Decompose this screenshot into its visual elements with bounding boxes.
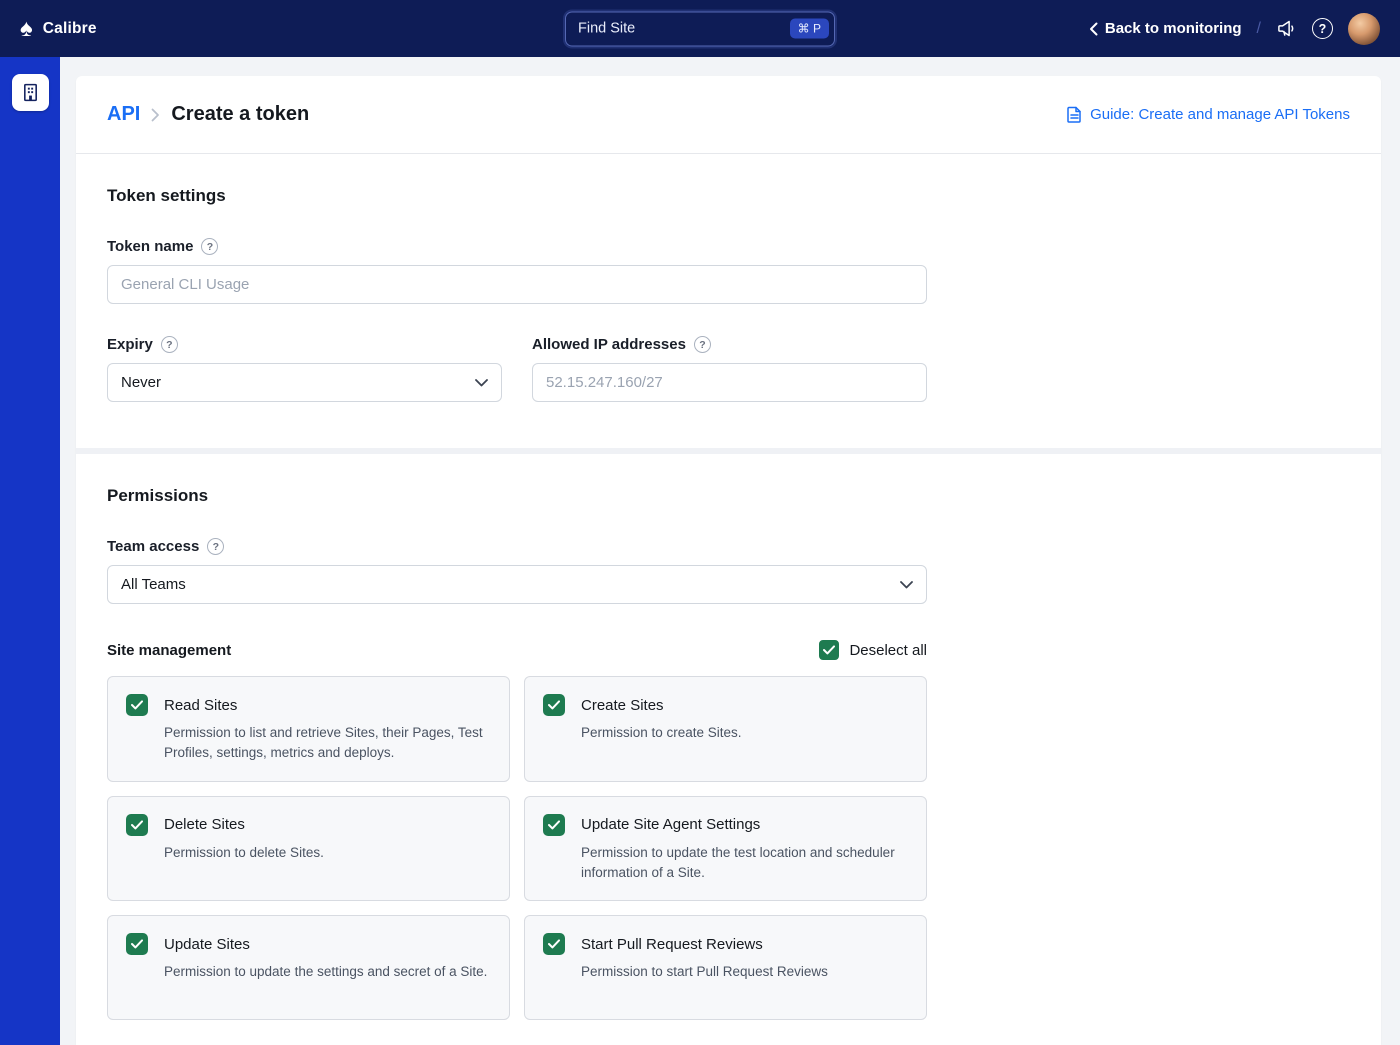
permission-card-create-sites: Create Sites Permission to create Sites. <box>524 676 927 782</box>
team-access-label: Team access <box>107 538 200 555</box>
permissions-form: Team access ? All Teams <box>107 538 927 604</box>
team-access-field: Team access ? All Teams <box>107 538 927 604</box>
permission-description: Permission to list and retrieve Sites, t… <box>164 725 483 761</box>
site-management-heading: Site management <box>107 641 232 659</box>
check-icon <box>548 939 560 949</box>
permissions-heading: Permissions <box>107 486 209 505</box>
permission-title: Create Sites <box>581 696 664 714</box>
expiry-field: Expiry ? Never <box>107 336 502 402</box>
permission-description: Permission to create Sites. <box>581 725 742 740</box>
breadcrumb-api-link[interactable]: API <box>107 103 140 126</box>
permission-title: Update Site Agent Settings <box>581 816 761 833</box>
expiry-label: Expiry <box>107 336 153 353</box>
expiry-select[interactable]: Never <box>107 363 502 402</box>
back-to-monitoring-link[interactable]: Back to monitoring <box>1089 20 1242 37</box>
allowed-ip-label: Allowed IP addresses <box>532 336 686 353</box>
permission-checkbox[interactable] <box>126 694 148 716</box>
allowed-ip-help-icon[interactable]: ? <box>693 336 711 353</box>
site-management-row: Site management Deselect all <box>107 640 927 660</box>
deselect-all-checkbox[interactable] <box>819 640 840 660</box>
permission-checkbox[interactable] <box>543 813 565 836</box>
permission-card-update-sites: Update Sites Permission to update the se… <box>107 915 510 1020</box>
permission-description: Permission to start Pull Request Reviews <box>581 964 828 979</box>
token-settings-heading: Token settings <box>107 186 226 205</box>
permission-description: Permission to update the test location a… <box>581 844 895 880</box>
main-content: API Create a token Guide: Create and man… <box>60 57 1400 1045</box>
permission-checkbox[interactable] <box>543 694 565 716</box>
guide-link[interactable]: Guide: Create and manage API Tokens <box>1067 106 1350 123</box>
chevron-right-icon <box>151 108 160 121</box>
permission-checkbox[interactable] <box>126 933 148 955</box>
changelog-megaphone-icon[interactable] <box>1276 18 1297 39</box>
permission-card-start-pull-request-reviews: Start Pull Request Reviews Permission to… <box>524 915 927 1020</box>
find-site-placeholder: Find Site <box>578 20 636 37</box>
calibre-logo-icon[interactable]: ♠ <box>20 16 33 41</box>
permission-description: Permission to update the settings and se… <box>164 964 488 979</box>
back-link-label: Back to monitoring <box>1104 20 1242 37</box>
permissions-section: Permissions Team access ? All Teams Site… <box>76 454 1381 1034</box>
allowed-ip-field: Allowed IP addresses ? <box>532 336 927 402</box>
brand-name[interactable]: Calibre <box>43 20 97 38</box>
find-site-search[interactable]: Find Site ⌘ P <box>565 11 835 46</box>
check-icon <box>823 645 836 655</box>
token-name-input[interactable] <box>107 265 927 304</box>
token-settings-form: Token name ? Expiry ? Never <box>107 238 927 402</box>
permission-cards-grid: Read Sites Permission to list and retrie… <box>107 676 927 1020</box>
team-access-selected-value: All Teams <box>121 576 186 593</box>
chevron-left-icon <box>1089 22 1098 35</box>
document-icon <box>1067 106 1081 123</box>
allowed-ip-input[interactable] <box>532 363 927 402</box>
breadcrumb: API Create a token <box>107 103 309 126</box>
expiry-ip-row: Expiry ? Never Allowed IP addresses ? 52… <box>107 336 927 402</box>
avatar[interactable] <box>1348 12 1380 45</box>
expiry-selected-value: Never <box>121 374 162 391</box>
app-layout: API Create a token Guide: Create and man… <box>0 57 1400 1045</box>
top-navbar: ♠ Calibre Find Site ⌘ P Back to monitori… <box>0 0 1400 57</box>
permission-title: Read Sites <box>164 696 238 714</box>
deselect-all-control[interactable]: Deselect all <box>819 640 927 660</box>
brand-group: ♠ Calibre <box>20 16 97 41</box>
permission-description: Permission to delete Sites. <box>164 844 324 860</box>
permission-card-delete-sites: Delete Sites Permission to delete Sites. <box>107 795 510 901</box>
check-icon <box>131 939 143 949</box>
page-header: API Create a token Guide: Create and man… <box>76 76 1381 154</box>
permission-card-update-site-agent-settings: Update Site Agent Settings Permission to… <box>524 795 927 901</box>
page-title: Create a token <box>171 103 310 125</box>
building-icon <box>23 83 37 102</box>
permission-checkbox[interactable] <box>126 813 148 836</box>
token-name-label: Token name <box>107 238 194 255</box>
check-icon <box>548 819 560 829</box>
permission-title: Delete Sites <box>164 816 245 833</box>
chevron-down-icon <box>475 378 488 386</box>
team-access-help-icon[interactable]: ? <box>207 538 225 555</box>
deselect-all-label: Deselect all <box>849 641 927 659</box>
permission-checkbox[interactable] <box>543 933 565 955</box>
expiry-help-icon[interactable]: ? <box>160 336 178 353</box>
token-settings-section: Token settings Token name ? Expiry <box>76 154 1381 448</box>
check-icon <box>548 700 560 710</box>
chevron-down-icon <box>900 580 913 588</box>
navbar-actions: Back to monitoring / ? <box>1089 12 1380 45</box>
nav-divider: / <box>1256 19 1261 37</box>
token-name-help-icon[interactable]: ? <box>201 238 219 255</box>
team-access-select[interactable]: All Teams <box>107 565 927 604</box>
sidebar-item-organization[interactable] <box>11 74 49 111</box>
shortcut-badge: ⌘ P <box>789 18 829 39</box>
content-card: API Create a token Guide: Create and man… <box>76 76 1381 1045</box>
check-icon <box>131 700 143 710</box>
sidebar <box>0 57 60 1045</box>
token-name-field: Token name ? <box>107 238 927 304</box>
guide-link-label: Guide: Create and manage API Tokens <box>1090 106 1350 123</box>
help-icon[interactable]: ? <box>1312 18 1333 39</box>
permission-card-read-sites: Read Sites Permission to list and retrie… <box>107 676 510 782</box>
permission-title: Update Sites <box>164 935 250 953</box>
permission-title: Start Pull Request Reviews <box>581 935 763 953</box>
check-icon <box>131 819 143 829</box>
